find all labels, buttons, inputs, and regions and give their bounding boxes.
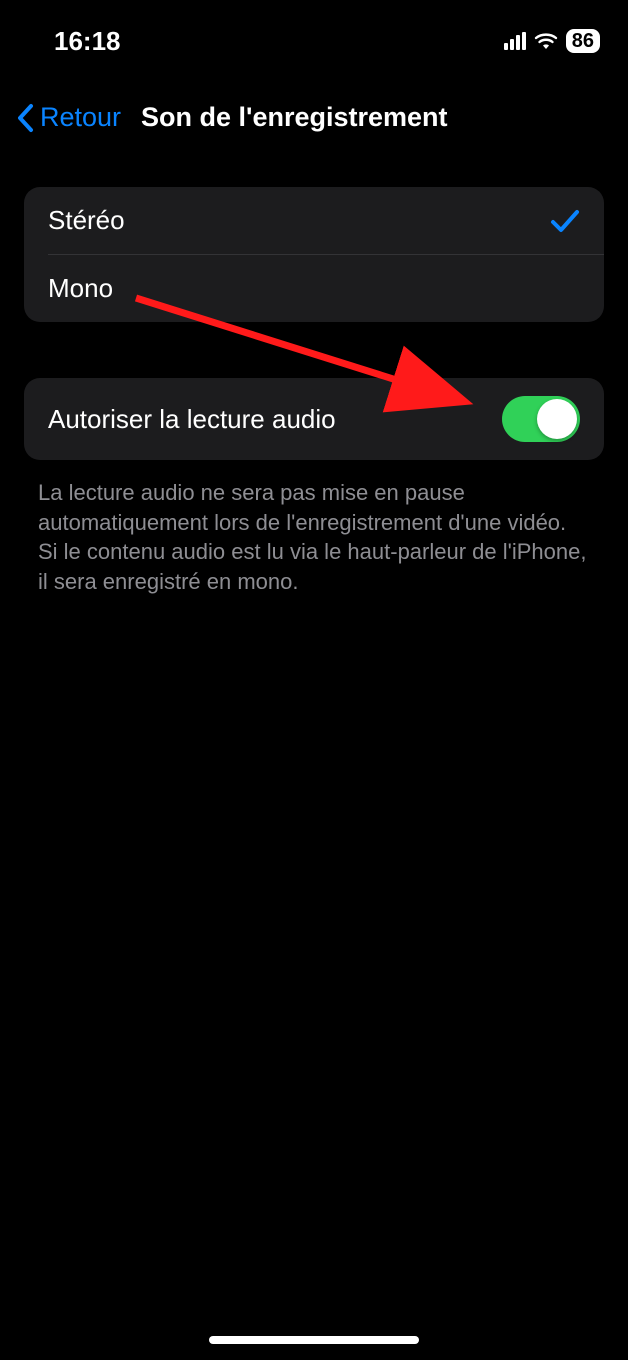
chevron-left-icon [16,103,36,133]
allow-audio-playback-row: Autoriser la lecture audio [24,378,604,460]
option-mono[interactable]: Mono [24,255,604,322]
battery-percent: 86 [572,30,594,52]
page-title: Son de l'enregistrement [141,102,448,133]
status-right: 86 [504,29,600,53]
audio-mode-group: Stéréo Mono [24,187,604,322]
cellular-signal-icon [504,32,526,50]
checkmark-icon [550,208,580,234]
toggle-label: Autoriser la lecture audio [48,404,336,435]
option-label: Mono [48,273,113,304]
status-bar: 16:18 86 [0,0,628,64]
status-time: 16:18 [54,26,121,57]
back-label: Retour [40,102,121,133]
allow-audio-playback-switch[interactable] [502,396,580,442]
option-stereo[interactable]: Stéréo [24,187,604,254]
footer-description: La lecture audio ne sera pas mise en pau… [38,478,590,597]
wifi-icon [533,31,559,51]
switch-knob [537,399,577,439]
home-indicator[interactable] [209,1336,419,1344]
battery-indicator: 86 [566,29,600,53]
option-label: Stéréo [48,205,125,236]
back-button[interactable]: Retour [16,102,121,133]
playback-toggle-group: Autoriser la lecture audio [24,378,604,460]
navigation-bar: Retour Son de l'enregistrement [0,64,628,157]
